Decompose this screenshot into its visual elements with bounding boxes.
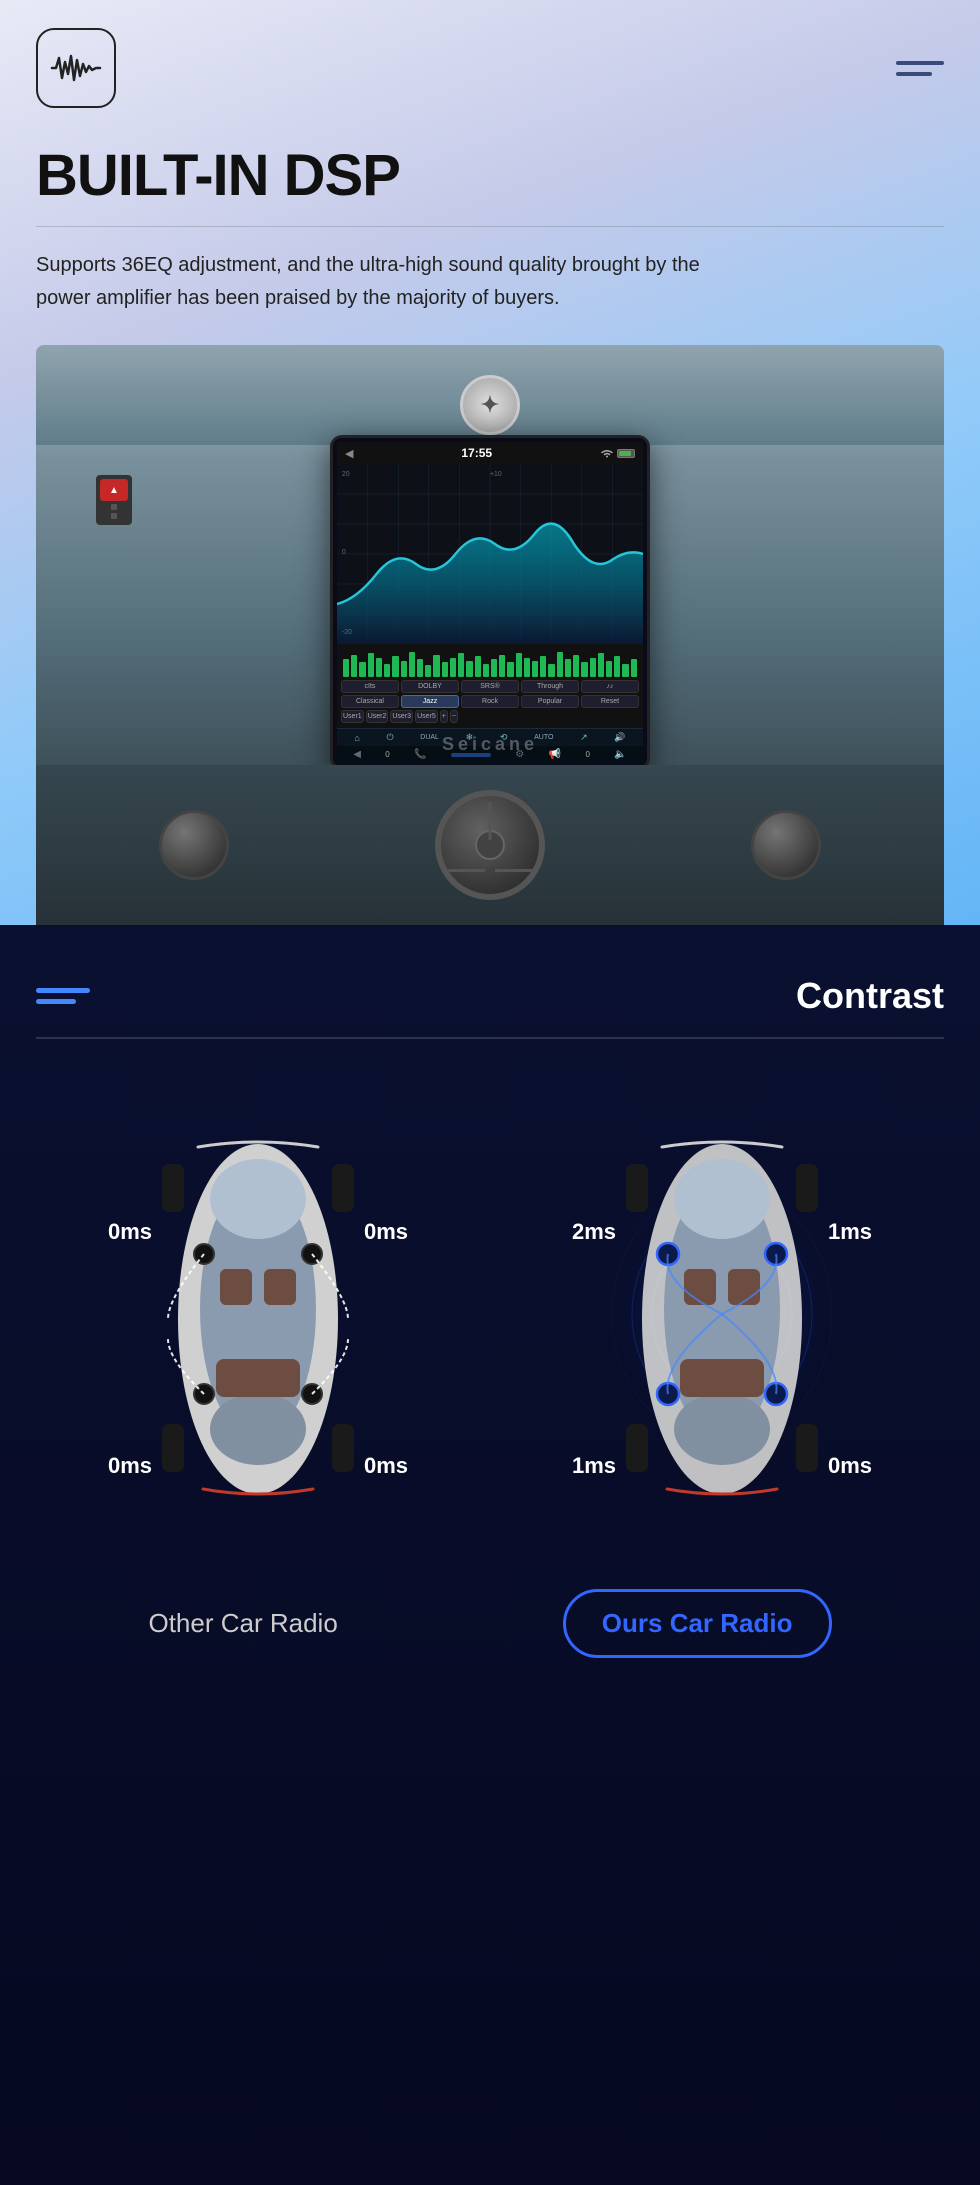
eq-curve-svg: 20 +10 0 -20 [337,464,643,644]
svg-text:20: 20 [342,471,350,478]
eq-btn-user2[interactable]: User2 [366,710,389,723]
hazard-area: ▲ [96,475,132,525]
volume-icon: 🔊 [614,732,625,743]
eq-buttons-grid-1: cIts DOLBY SRS® Through ♪♪ [341,680,639,693]
other-car-view: 0ms 0ms 0ms 0ms [108,1099,408,1539]
dual-icon: DUAL [420,734,439,741]
contrast-divider [36,1037,944,1039]
page-title: BUILT-IN DSP [36,144,944,208]
eq-btn-reset[interactable]: Reset [581,695,639,708]
eq-display: 20 +10 0 -20 [337,464,643,644]
our-car-card: 2ms 1ms 1ms 0ms [500,1099,944,1539]
eq-buttons-grid-2: Classical Jazz Rock Popular Reset [341,695,639,708]
eq-btn-srs[interactable]: SRS® [461,680,519,693]
eq-btn-music[interactable]: ♪♪ [581,680,639,693]
eq-btn-jazz[interactable]: Jazz [401,695,459,708]
screen-unit: ◀ 17:55 [330,435,650,770]
eq-btn-popular[interactable]: Popular [521,695,579,708]
hamburger-line-2 [896,72,932,76]
car-label-area: Other Car Radio Ours Car Radio [36,1589,944,1658]
other-car-label: Other Car Radio [148,1608,337,1639]
eq-btn-classical[interactable]: Classical [341,695,399,708]
nav-temp-right: 0 [585,750,589,759]
knob-left [159,810,229,880]
power-icon: ⏻ [386,732,393,743]
other-car-card: 0ms 0ms 0ms 0ms [36,1099,480,1539]
eq-btn-dolby[interactable]: DOLBY [401,680,459,693]
eq-sliders-row [341,647,639,677]
home-icon: ⌂ [354,733,359,743]
audio-wave-icon [50,50,102,86]
svg-text:+10: +10 [490,471,502,478]
eq-btn-minus[interactable]: − [450,710,458,723]
car-interior: ✦ ▲ ◀ 17:55 [36,345,944,925]
knob-right [751,810,821,880]
car-mockup-container: ✦ ▲ ◀ 17:55 [36,345,944,925]
contrast-header: Contrast [36,975,944,1017]
nav-phone-icon: 📞 [414,749,426,760]
contrast-section: Contrast 0ms 0ms 0ms 0ms [0,925,980,2185]
our-car-label-button[interactable]: Ours Car Radio [563,1589,832,1658]
eq-btn-rock[interactable]: Rock [461,695,519,708]
eq-btn-user5[interactable]: User5 [415,710,438,723]
header-section: BUILT-IN DSP Supports 36EQ adjustment, a… [0,0,980,925]
eq-controls: cIts DOLBY SRS® Through ♪♪ Classical Jaz… [337,644,643,728]
comparison-area: 0ms 0ms 0ms 0ms [36,1099,944,1539]
top-bar [36,28,944,108]
svg-text:0: 0 [342,549,346,556]
defrost-icon: ↗ [580,732,588,743]
steering-wheel [435,790,545,900]
contrast-title: Contrast [796,975,944,1017]
nav-temp-left: 0 [385,750,389,759]
steering-area [36,765,944,925]
our-car-svg [572,1099,872,1539]
dashboard-top: ✦ [36,345,944,445]
logo-box [36,28,116,108]
hamburger-menu[interactable] [896,61,944,76]
our-car-view: 2ms 1ms 1ms 0ms [572,1099,872,1539]
mercedes-logo: ✦ [460,375,520,435]
eq-btn-dlts[interactable]: cIts [341,680,399,693]
wifi-icon [600,448,614,458]
nav-speaker-icon: 📢 [549,749,561,760]
svg-text:-20: -20 [342,629,352,636]
screen-time: 17:55 [461,446,492,460]
user-presets-row: User1 User2 User3 User5 + − [341,710,639,723]
watermark: Seicane [442,734,538,755]
nav-back-icon: ◀ [353,749,361,760]
contrast-icon [36,988,90,1004]
contrast-icon-line2 [36,999,76,1004]
eq-btn-user1[interactable]: User1 [341,710,364,723]
eq-btn-through[interactable]: Through [521,680,579,693]
eq-btn-user3[interactable]: User3 [390,710,413,723]
screen-topbar: ◀ 17:55 [337,442,643,464]
title-divider [36,226,944,228]
nav-vol-icon: 🔈 [614,749,626,760]
contrast-icon-line1 [36,988,90,993]
hamburger-line-1 [896,61,944,65]
subtitle-text: Supports 36EQ adjustment, and the ultra-… [36,249,716,315]
other-car-svg [108,1099,408,1539]
eq-btn-plus[interactable]: + [440,710,448,723]
